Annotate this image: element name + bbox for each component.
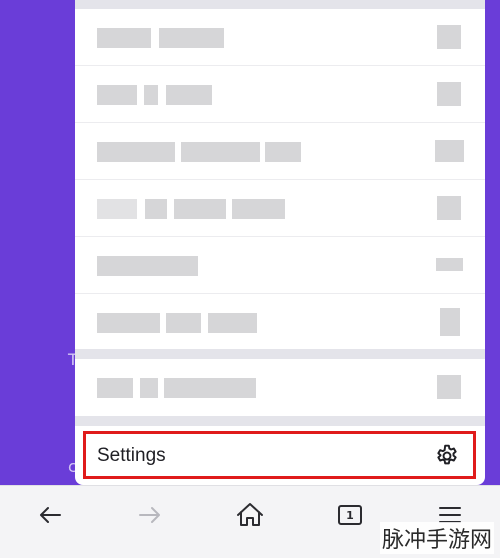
forward-button[interactable]: [133, 498, 167, 532]
back-button[interactable]: [33, 498, 67, 532]
tab-count: 1: [346, 508, 354, 522]
settings-label: Settings: [97, 445, 166, 466]
home-icon: [237, 503, 263, 526]
menu-item-redacted[interactable]: [75, 294, 485, 351]
menu-item-redacted[interactable]: [75, 66, 485, 123]
menu-section-divider: [75, 349, 485, 359]
menu-section-divider: [75, 416, 485, 426]
menu-item-redacted[interactable]: [75, 180, 485, 237]
menu-item-redacted[interactable]: [75, 359, 485, 416]
menu-item-redacted[interactable]: [75, 123, 485, 180]
arrow-left-icon: [40, 507, 61, 523]
arrow-right-icon: [139, 507, 160, 523]
settings-menu-item[interactable]: Settings: [83, 431, 476, 479]
watermark-text: 脉冲手游网: [379, 522, 494, 554]
tabs-button[interactable]: 1: [333, 498, 367, 532]
gear-icon: [434, 443, 460, 469]
menu-top-divider: [75, 0, 485, 9]
home-button[interactable]: [233, 498, 267, 532]
menu-item-redacted[interactable]: [75, 9, 485, 66]
overflow-menu: Settings: [75, 0, 485, 485]
menu-item-redacted[interactable]: [75, 237, 485, 294]
